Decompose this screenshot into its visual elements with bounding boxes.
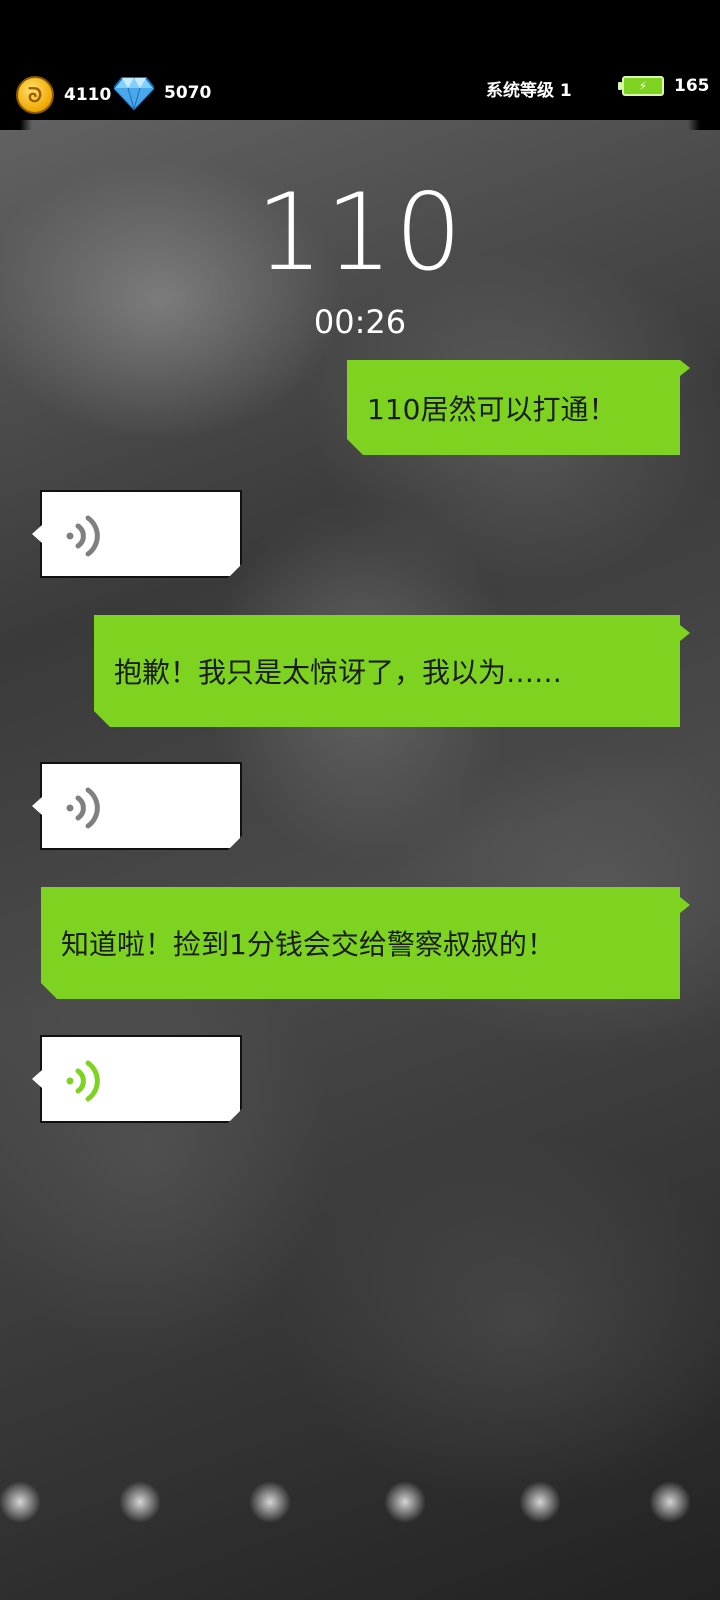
voice-message-bubble[interactable]	[40, 762, 242, 850]
call-number: 110	[255, 171, 465, 294]
coin-icon: ᘐ	[16, 76, 54, 114]
coin-value: 4110	[64, 85, 112, 105]
bubble-tail	[680, 360, 690, 376]
message-text: 110居然可以打通！	[367, 392, 617, 426]
message-bubble-sent: 抱歉！我只是太惊讶了，我以为……	[94, 615, 680, 727]
top-status-bar: ᘐ 4110 5070 系统等级 1 ⚡ 165	[0, 0, 720, 130]
call-timer: 00:26	[313, 303, 407, 341]
battery-icon: ⚡	[618, 76, 664, 96]
bubble-tail	[680, 625, 690, 641]
message-bubble-sent: 知道啦！捡到1分钱会交给警察叔叔的！	[41, 887, 680, 999]
system-level: 系统等级 1	[486, 76, 572, 101]
system-level-label: 系统等级 1	[486, 81, 572, 101]
voice-wave-icon	[64, 1059, 104, 1103]
message-text: 抱歉！我只是太惊讶了，我以为……	[114, 656, 563, 689]
coin-counter[interactable]: ᘐ 4110	[16, 76, 111, 114]
energy-counter[interactable]: ⚡ 165	[618, 76, 710, 96]
bubble-tail	[32, 1070, 42, 1088]
energy-value: 165	[674, 76, 710, 96]
voice-message-bubble-playing[interactable]	[40, 1035, 242, 1123]
voice-message-bubble[interactable]	[40, 490, 242, 578]
voice-wave-icon	[64, 786, 104, 830]
bubble-tail	[32, 525, 42, 543]
diamond-value: 5070	[164, 83, 212, 103]
bubble-tail	[680, 897, 690, 913]
bubble-tail	[32, 797, 42, 815]
diamond-icon	[114, 77, 154, 110]
message-text: 知道啦！捡到1分钱会交给警察叔叔的！	[61, 928, 555, 961]
diamond-counter[interactable]: 5070	[114, 76, 211, 110]
voice-wave-icon	[64, 514, 104, 558]
message-bubble-sent: 110居然可以打通！	[347, 360, 680, 455]
